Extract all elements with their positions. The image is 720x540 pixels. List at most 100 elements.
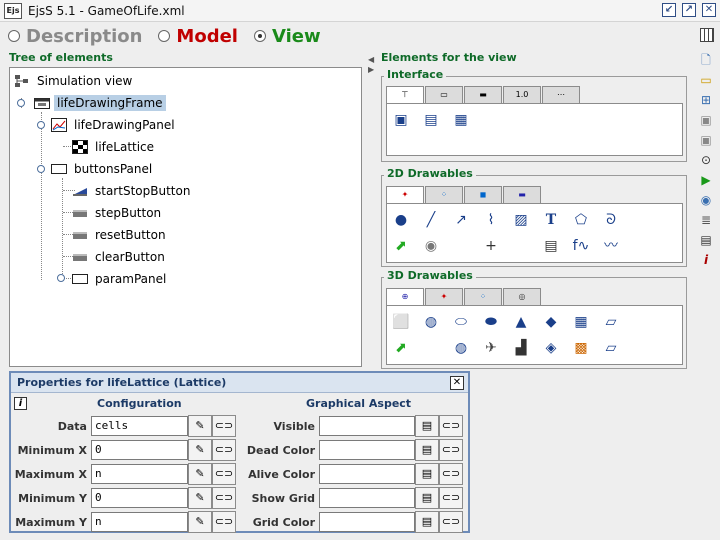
alive-color-field[interactable] xyxy=(319,464,415,484)
new-file-icon[interactable]: 🗋 xyxy=(697,51,715,69)
link-icon[interactable]: ⊂⊃ xyxy=(212,415,236,437)
options-icon[interactable]: ▤ xyxy=(415,439,439,461)
data-field[interactable]: cells xyxy=(91,416,188,436)
tab-2d-controls[interactable]: ▬ xyxy=(503,186,541,203)
dead-color-field[interactable] xyxy=(319,440,415,460)
tree-item-simulation-view[interactable]: Simulation view xyxy=(14,71,135,91)
cylinder-tool-icon[interactable]: ⬬ xyxy=(479,311,503,333)
options-icon[interactable]: ▤ xyxy=(415,463,439,485)
ellipsoid-tool-icon[interactable]: ⬭ xyxy=(449,311,473,333)
mode-view[interactable]: View xyxy=(253,26,321,47)
tab-windows[interactable]: ▭ xyxy=(425,86,463,103)
show-grid-field[interactable] xyxy=(319,488,415,508)
cross-hair-tool-icon[interactable]: + xyxy=(479,235,503,257)
tab-2d-basic[interactable]: ✦ xyxy=(386,186,424,204)
arrow-tool-icon[interactable]: ↗ xyxy=(449,209,473,231)
plotting-frame-tool-icon[interactable]: ▦ xyxy=(449,109,473,131)
segment-tool-icon[interactable]: ╱ xyxy=(419,209,443,231)
tree-toggle-icon[interactable] xyxy=(17,99,25,107)
link-icon[interactable]: ⊂⊃ xyxy=(439,511,463,533)
surface-tool-icon[interactable]: ▱ xyxy=(599,311,623,333)
function-3d-tool-icon[interactable]: ▱ xyxy=(599,337,623,359)
edit-icon[interactable]: ✎ xyxy=(188,511,212,533)
radio-description[interactable] xyxy=(8,30,20,42)
trail-tool-icon[interactable]: ᘐ xyxy=(599,209,623,231)
pyramid-tool-icon[interactable]: ◆ xyxy=(539,311,563,333)
cube-tool-icon[interactable]: ▩ xyxy=(569,337,593,359)
edit-icon[interactable]: ✎ xyxy=(188,415,212,437)
collapse-right-icon[interactable]: ▶ xyxy=(368,65,374,74)
save-icon[interactable]: ▣ xyxy=(697,111,715,129)
tree-item-buttonspanel[interactable]: buttonsPanel xyxy=(51,159,155,179)
inspect-icon[interactable]: ⊙ xyxy=(697,151,715,169)
tree-toggle-icon[interactable] xyxy=(37,121,45,129)
radio-view[interactable] xyxy=(253,30,266,42)
options-icon[interactable]: ▤ xyxy=(415,487,439,509)
maximize-icon[interactable]: ↗ xyxy=(682,3,696,17)
dialog-tool-icon[interactable]: ▤ xyxy=(419,109,443,131)
sphere-tool-icon[interactable]: ◍ xyxy=(419,311,443,333)
open-folder-icon[interactable]: ▭ xyxy=(697,71,715,89)
vrml-tool-icon[interactable]: ▟ xyxy=(509,337,533,359)
options-icon[interactable]: ▤ xyxy=(415,511,439,533)
cone-tool-icon[interactable]: ▲ xyxy=(509,311,533,333)
save-as-icon[interactable]: ▣ xyxy=(697,131,715,149)
tab-2d-fields[interactable]: ◼ xyxy=(464,186,502,203)
spring-tool-icon[interactable]: ⌇ xyxy=(479,209,503,231)
tab-2d-sets[interactable]: ⁘ xyxy=(425,186,463,203)
maximum-x-field[interactable]: n xyxy=(91,464,188,484)
function-tool-icon[interactable]: f∿ xyxy=(569,235,593,257)
shape-tool-icon[interactable]: ● xyxy=(389,209,413,231)
library-icon[interactable]: ≣ xyxy=(697,211,715,229)
tree-item-lifelattice[interactable]: lifeLattice xyxy=(72,137,157,157)
link-icon[interactable]: ⊂⊃ xyxy=(212,487,236,509)
run-icon[interactable]: ▶ xyxy=(697,171,715,189)
tab-3d-scene[interactable]: ◎ xyxy=(503,288,541,305)
tree-toggle-icon[interactable] xyxy=(57,274,65,282)
film-tool-icon[interactable]: ▤ xyxy=(539,235,563,257)
tab-3d-panels[interactable]: ⊕ xyxy=(386,288,424,306)
link-icon[interactable]: ⊂⊃ xyxy=(212,439,236,461)
tree-toggle-icon[interactable] xyxy=(37,165,45,173)
tree-item-parampanel[interactable]: paramPanel xyxy=(72,269,169,289)
disk-tool-icon[interactable]: ◍ xyxy=(449,337,473,359)
curve-tool-icon[interactable]: 〰 xyxy=(599,235,623,257)
web-icon[interactable]: ◉ xyxy=(697,191,715,209)
maximum-y-field[interactable]: n xyxy=(91,512,188,532)
plane-tool-icon[interactable]: ▦ xyxy=(569,311,593,333)
tetrahedron-tool-icon[interactable]: ◈ xyxy=(539,337,563,359)
box-tool-icon[interactable]: ⬜ xyxy=(389,311,413,333)
search-icon[interactable]: ⊞ xyxy=(697,91,715,109)
info-icon[interactable]: i xyxy=(697,251,715,269)
mode-model[interactable]: Model xyxy=(158,26,238,47)
shuttle-tool-icon[interactable]: ✈ xyxy=(479,337,503,359)
link-icon[interactable]: ⊂⊃ xyxy=(212,511,236,533)
tab-menus[interactable]: ⋯ xyxy=(542,86,580,103)
tree-item-startstopbutton[interactable]: startStopButton xyxy=(72,181,193,201)
close-icon[interactable]: ✕ xyxy=(702,3,716,17)
camera-tool-icon[interactable]: ◉ xyxy=(419,235,443,257)
image-tool-icon[interactable]: ▨ xyxy=(509,209,533,231)
link-icon[interactable]: ⊂⊃ xyxy=(439,487,463,509)
trace-tool-icon[interactable]: ⬈ xyxy=(389,235,413,257)
text-tool-icon[interactable]: T xyxy=(539,209,563,231)
mode-description[interactable]: Description xyxy=(8,26,142,47)
trace-3d-tool-icon[interactable]: ⬈ xyxy=(389,337,413,359)
edit-icon[interactable]: ✎ xyxy=(188,487,212,509)
grid-icon[interactable] xyxy=(700,28,714,42)
minimum-y-field[interactable]: 0 xyxy=(91,488,188,508)
link-icon[interactable]: ⊂⊃ xyxy=(439,415,463,437)
edit-icon[interactable]: ✎ xyxy=(188,439,212,461)
tree-item-stepbutton[interactable]: stepButton xyxy=(72,203,164,223)
minimize-icon[interactable]: ↙ xyxy=(662,3,676,17)
tree-item-lifedrawingpanel[interactable]: lifeDrawingPanel xyxy=(51,115,178,135)
close-icon[interactable]: ✕ xyxy=(450,376,464,390)
frame-tool-icon[interactable]: ▣ xyxy=(389,109,413,131)
tree-item-clearbutton[interactable]: clearButton xyxy=(72,247,168,267)
grid-color-field[interactable] xyxy=(319,512,415,532)
tab-3d-basic[interactable]: ✦ xyxy=(425,288,463,305)
tab-containers[interactable]: ⊤ xyxy=(386,86,424,104)
info-icon[interactable]: i xyxy=(14,397,27,410)
visible-field[interactable] xyxy=(319,416,415,436)
tab-buttons[interactable]: ▬ xyxy=(464,86,502,103)
